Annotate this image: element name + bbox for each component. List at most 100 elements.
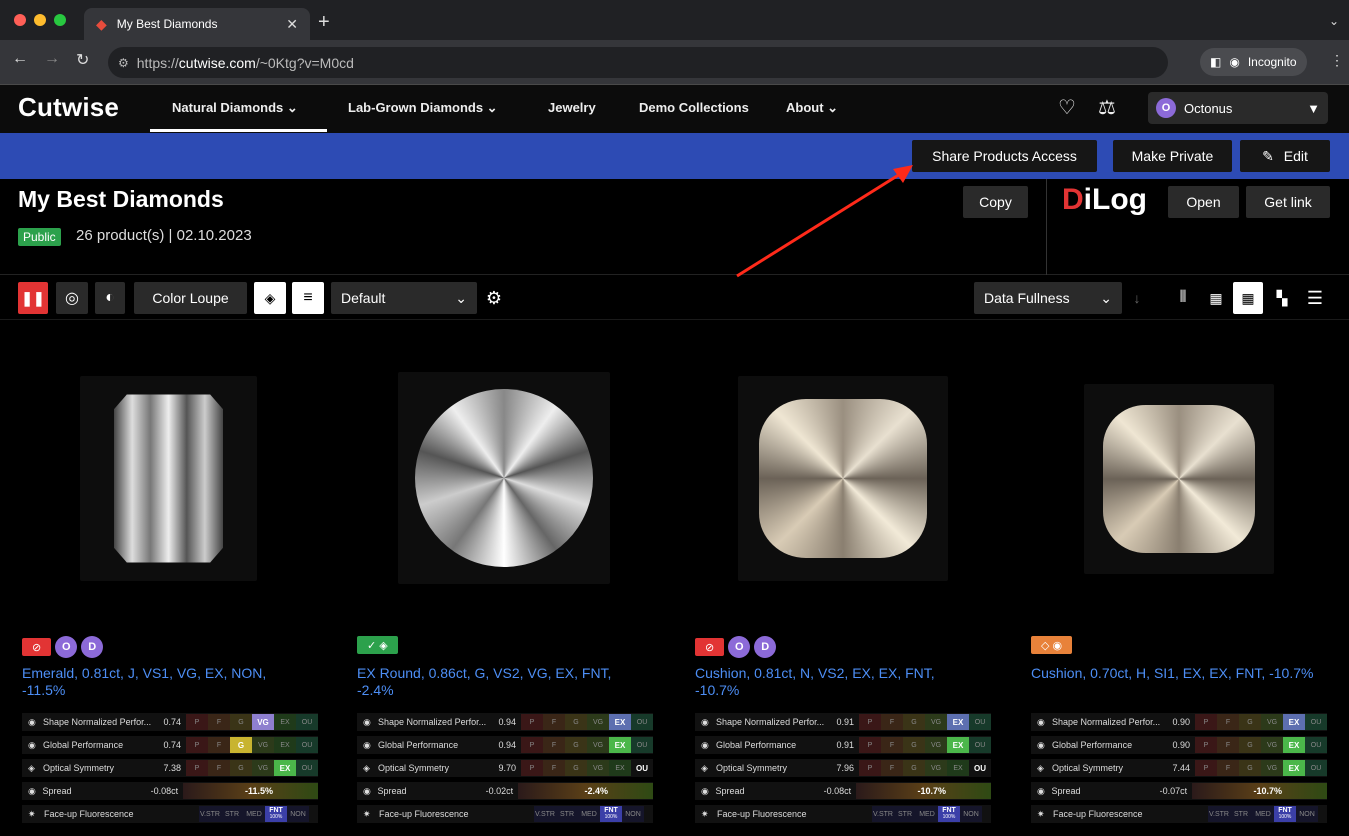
metric-label: Shape Normalized Perfor... [43,717,152,727]
grade-cell: EX [947,737,969,753]
new-tab-icon[interactable]: + [318,11,330,34]
share-products-access-button[interactable]: Share Products Access [912,140,1097,172]
metric-value: 0.94 [498,740,516,750]
metric-label: Optical Symmetry [43,763,115,773]
open-button[interactable]: Open [1168,186,1239,218]
product-status-badge[interactable]: ◇ ◉ [1031,636,1073,654]
grade-cell: EX [274,760,296,776]
page-title: My Best Diamonds [18,186,224,212]
get-link-button[interactable]: Get link [1246,186,1330,218]
grid-large-icon[interactable]: ▚ [1267,282,1297,314]
metric-label: Face-up Fluorescence [1053,809,1143,819]
spread-value: -10.7% [1253,786,1282,796]
product-title-link[interactable]: EX Round, 0.86ct, G, VS2, VG, EX, FNT, -… [357,665,637,699]
make-private-button[interactable]: Make Private [1113,140,1232,172]
diamond-image[interactable] [738,376,948,581]
user-menu[interactable]: O Octonus ▼ [1148,92,1328,124]
edit-button[interactable]: ✎ Edit [1240,140,1330,172]
gem-link-icon[interactable]: ◈ [254,282,286,314]
metric-row: ◉ Spread -0.02ct -2.4% [357,782,653,800]
sidebar-icon[interactable]: ◧ [1210,55,1221,69]
metric-icon: ◉ [28,716,36,727]
grade-cell: EX [609,760,631,776]
grade-cell: EX [947,714,969,730]
status-badge: Public [18,228,61,246]
list-view-icon[interactable]: ☰ [1300,282,1330,314]
incognito-indicator[interactable]: ◧ ◉ Incognito [1200,48,1307,76]
nav-about[interactable]: About ⌄ [786,100,838,116]
chevron-down-icon: ⌄ [1100,289,1112,306]
diamond-image[interactable] [80,376,257,581]
metric-value: -0.08ct [823,786,852,796]
nav-jewelry[interactable]: Jewelry [548,100,596,115]
forward-icon[interactable]: → [44,50,60,68]
metric-row: ◉ Spread -0.07ct -10.7% [1031,782,1327,800]
product-title-link[interactable]: Cushion, 0.81ct, N, VS2, EX, EX, FNT, -1… [695,665,975,699]
metric-value: -0.07ct [1159,786,1188,796]
product-title-link[interactable]: Cushion, 0.70ct, H, SI1, EX, EX, FNT, -1… [1031,665,1331,682]
owner-avatar[interactable]: O [55,636,78,658]
metric-label: Spread [42,786,72,796]
metric-icon: ◉ [1037,785,1045,796]
metric-label: Global Performance [43,740,124,750]
nav-natural-diamonds[interactable]: Natural Diamonds ⌄ [172,100,298,116]
back-icon[interactable]: ← [12,50,28,68]
list-text-icon[interactable]: ≡ [292,282,324,314]
metric-label: Face-up Fluorescence [379,809,469,819]
owner-avatar[interactable]: O [728,636,751,658]
metric-row: ◉ Spread -0.08ct -11.5% [22,782,318,800]
metric-label: Optical Symmetry [716,763,788,773]
sort-direction-icon[interactable]: ↓ [1126,282,1148,314]
grade-cell: G [565,714,587,730]
sort-select[interactable]: Default ⌄ [331,282,477,314]
pause-icon[interactable]: ❚❚ [18,282,48,314]
copy-button[interactable]: Copy [963,186,1028,218]
diamond-view-icon[interactable]: ◎ [56,282,88,314]
fluorescence-cell: FNT 100% [938,806,960,822]
owner-avatar[interactable]: D [754,636,777,658]
product-status-badge[interactable]: ⊘ [695,638,725,656]
product-status-badge[interactable]: ⊘ [22,638,52,656]
browser-tab[interactable]: ◆ My Best Diamonds ✕ [84,8,310,40]
diamond-favicon-icon: ◆ [96,15,107,32]
fluorescence-cell: NON [1296,806,1318,822]
data-fullness-select[interactable]: Data Fullness ⌄ [974,282,1122,314]
tab-close-icon[interactable]: ✕ [286,16,298,33]
nav-demo-collections[interactable]: Demo Collections [639,100,749,115]
grade-cell: G [903,737,925,753]
metric-row: ◉ Shape Normalized Perfor... 0.91 P F G VG EX OU [695,713,991,731]
grid-medium-icon[interactable]: ▦ [1233,282,1263,314]
metric-row: ◉ Global Performance 0.90 P F G VG EX OU [1031,736,1327,754]
columns-view-icon[interactable]: ⦀ [1167,282,1199,314]
metric-row: ◉ Shape Normalized Perfor... 0.90 P F G VG EX OU [1031,713,1327,731]
metric-icon: ◉ [701,785,709,796]
window-controls[interactable] [14,14,66,26]
grade-cell: G [230,760,252,776]
owner-avatar[interactable]: D [81,636,104,658]
site-logo[interactable]: Cutwise [18,92,119,123]
reload-icon[interactable]: ↻ [76,50,89,70]
fluorescence-scale: V.STR STR MED FNT 100% NON [534,806,644,822]
compare-scale-icon[interactable]: ⚖ [1098,95,1116,120]
incognito-label: Incognito [1247,55,1297,69]
metric-icon: ◉ [363,716,371,727]
maximize-window-icon[interactable] [54,14,66,26]
contrast-icon[interactable]: ◐ [95,282,125,314]
site-info-icon[interactable]: ⚙ [118,56,129,70]
minimize-window-icon[interactable] [34,14,46,26]
grid-small-icon[interactable]: ▦ [1202,282,1230,314]
diamond-image[interactable] [1084,384,1274,574]
diamond-image[interactable] [398,372,610,584]
heart-icon[interactable]: ♡ [1058,95,1076,120]
color-loupe-button[interactable]: Color Loupe [134,282,247,314]
metric-row: ✷ Face-up Fluorescence V.STR STR MED FNT 100% N… [695,805,991,823]
browser-menu-icon[interactable]: ⋮ [1330,52,1344,69]
url-field[interactable]: ⚙ https://cutwise.com/~0Ktg?v=M0cd [108,47,1168,78]
tab-search-chevron-icon[interactable]: ⌄ [1329,14,1339,28]
product-status-badge[interactable]: ✓ ◈ [357,636,398,654]
product-title-link[interactable]: Emerald, 0.81ct, J, VS1, VG, EX, NON, -1… [22,665,302,699]
settings-gear-icon[interactable]: ⚙ [479,282,509,314]
close-window-icon[interactable] [14,14,26,26]
grade-cell: P [1195,714,1217,730]
nav-lab-grown[interactable]: Lab-Grown Diamonds ⌄ [348,100,498,116]
